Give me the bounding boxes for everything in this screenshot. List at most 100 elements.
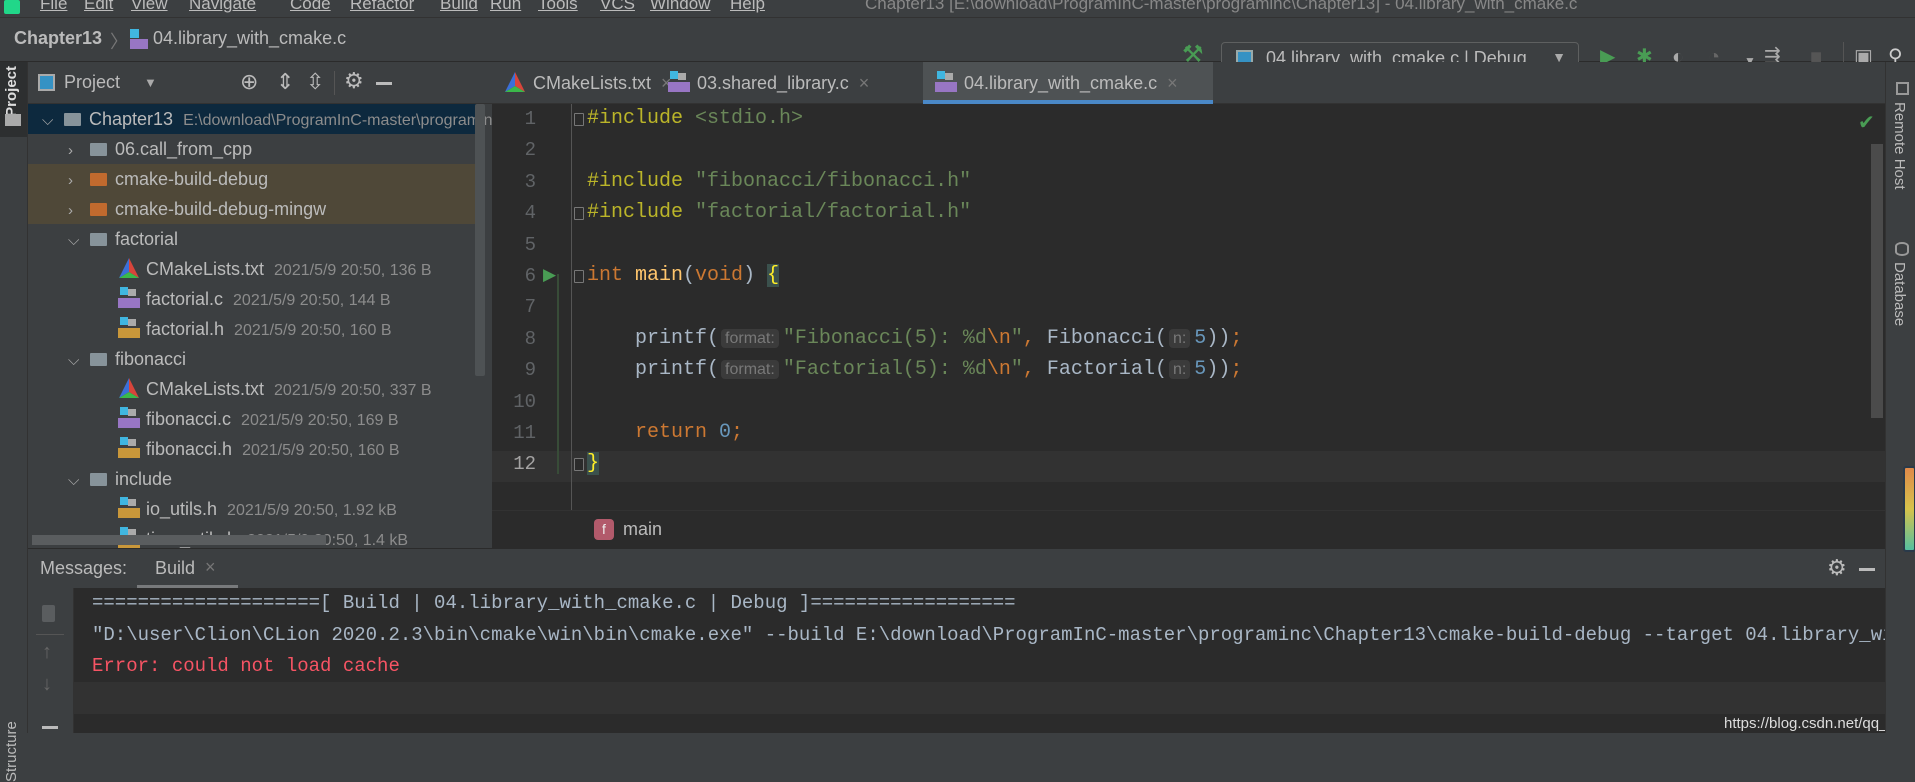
breadcrumb-function-main[interactable]: f main [594, 519, 662, 540]
gear-icon[interactable]: ⚙ [1827, 555, 1847, 581]
tree-item[interactable]: › cmake-build-debug [28, 164, 480, 194]
hide-panel-icon[interactable] [1859, 568, 1875, 571]
tree-vertical-scrollbar[interactable] [475, 104, 485, 376]
menu-code[interactable]: Code [290, 0, 331, 14]
code-token: { [767, 264, 780, 287]
menu-tools[interactable]: Tools [538, 0, 578, 14]
tree-item[interactable]: › 06.call_from_cpp [28, 134, 480, 164]
close-icon[interactable]: × [1167, 73, 1178, 93]
structure-tool-button[interactable]: Structure [3, 692, 20, 782]
chevron-down-icon[interactable]: ⌵ [68, 346, 90, 376]
editor-breadcrumb-bar: f main [492, 510, 1885, 548]
chevron-down-icon[interactable]: ⌵ [42, 106, 64, 136]
messages-side-toolbar: ↑ ↓ [28, 588, 74, 733]
editor-scrollbar[interactable] [1871, 144, 1883, 418]
project-view-selector[interactable]: Project [64, 72, 120, 93]
remote-host-icon [1896, 82, 1909, 95]
fold-marker-icon[interactable] [574, 458, 584, 472]
cmake-icon [118, 257, 140, 279]
fold-marker-icon[interactable] [574, 270, 584, 283]
arrow-up-icon[interactable]: ↑ [42, 641, 52, 664]
tree-item-meta: 2021/5/9 20:50, 337 B [274, 382, 432, 399]
expand-all-icon[interactable]: ⇕ [276, 69, 294, 95]
change-marker [557, 274, 559, 474]
tree-item-label: factorial [115, 229, 179, 249]
tree-horizontal-scrollbar[interactable] [32, 535, 326, 545]
menu-build[interactable]: Build [440, 0, 478, 14]
menu-file[interactable]: File [40, 0, 67, 14]
tab-cmakelists-txt[interactable]: CMakeLists.txt × [492, 62, 672, 104]
tree-item[interactable]: fibonacci.c 2021/5/9 20:50, 169 B [28, 404, 480, 434]
collapse-icon[interactable] [42, 726, 58, 729]
collapse-all-icon[interactable]: ⇳ [306, 69, 324, 95]
project-tool-label: Project [3, 66, 20, 117]
build-output-console[interactable]: ====================[ Build | 04.library… [74, 588, 1885, 733]
tree-item[interactable]: ⌵ Chapter13 E:\download\ProgramInC-master\… [28, 104, 492, 136]
tab-04-library-with-cmake-c[interactable]: 04.library_with_cmake.c × [923, 62, 1213, 104]
tree-item[interactable]: factorial.c 2021/5/9 20:50, 144 B [28, 284, 480, 314]
tab-label: CMakeLists.txt [533, 73, 652, 93]
arrow-down-icon[interactable]: ↓ [42, 673, 52, 696]
chevron-right-icon[interactable]: › [68, 196, 90, 226]
code-token: printf( [587, 326, 720, 350]
folder-icon [90, 143, 107, 156]
chevron-right-icon[interactable]: › [68, 166, 90, 196]
code-token: return [587, 421, 720, 444]
tree-item[interactable]: fibonacci.h 2021/5/9 20:50, 160 B [28, 434, 480, 464]
tree-item-meta: 2021/5/9 20:50, 169 B [241, 412, 399, 429]
build-tab-label: Build [155, 558, 196, 578]
tree-item[interactable]: factorial.h 2021/5/9 20:50, 160 B [28, 314, 480, 344]
tree-item[interactable]: CMakeLists.txt 2021/5/9 20:50, 337 B [28, 374, 480, 404]
menu-edit[interactable]: Edit [84, 0, 113, 14]
gear-icon[interactable]: ⚙ [344, 68, 364, 94]
code-line: } [587, 452, 600, 476]
close-icon[interactable]: × [859, 73, 870, 93]
code-editor[interactable]: 1 #include <stdio.h> 2 3 #include "fibonacci… [492, 104, 1885, 510]
menu-refactor[interactable]: Refactor [350, 0, 414, 14]
tree-item[interactable]: ⌵ fibonacci [28, 344, 480, 374]
right-tool-stripe: Remote Host Database [1885, 62, 1915, 733]
breadcrumb-file[interactable]: 04.library_with_cmake.c [153, 28, 346, 49]
tree-item[interactable]: ⌵ factorial [28, 224, 480, 254]
chevron-down-icon[interactable]: ⌵ [68, 226, 90, 256]
hide-panel-icon[interactable] [376, 82, 392, 85]
remote-host-tool-button[interactable]: Remote Host [1891, 102, 1908, 190]
menu-vcs[interactable]: VCS [600, 0, 635, 14]
run-gutter-icon[interactable]: ▶ [543, 265, 556, 285]
code-token: \n [986, 358, 1011, 382]
fold-marker-icon[interactable] [574, 113, 584, 126]
memory-indicator[interactable] [1903, 466, 1915, 552]
tab-03-shared-library-c[interactable]: 03.shared_library.c × [656, 62, 923, 104]
code-token: ; [1230, 326, 1243, 350]
tree-item-meta: 2021/5/9 20:50, 160 B [242, 442, 400, 459]
tree-item[interactable]: io_utils.h 2021/5/9 20:50, 1.92 kB [28, 494, 480, 524]
menu-help[interactable]: Help [730, 0, 765, 14]
chevron-down-icon[interactable]: ▼ [144, 75, 157, 90]
chevron-down-icon[interactable]: ⌵ [68, 466, 90, 496]
locate-file-icon[interactable]: ⊕ [240, 69, 258, 95]
menu-window[interactable]: Window [650, 0, 710, 14]
folder-excluded-icon [90, 203, 107, 216]
h-file-icon [118, 497, 140, 519]
code-token: 5 [1194, 358, 1207, 382]
stop-build-icon[interactable] [42, 605, 55, 622]
close-icon[interactable]: × [205, 557, 216, 578]
tab-build[interactable]: Build × [137, 549, 238, 588]
tree-item-label: CMakeLists.txt [146, 379, 265, 399]
tree-item-meta: 2021/5/9 20:50, 136 B [274, 262, 432, 279]
menu-navigate[interactable]: Navigate [189, 0, 256, 14]
menu-run[interactable]: Run [490, 0, 521, 14]
tree-item[interactable]: ⌵ include [28, 464, 480, 494]
breadcrumb-project[interactable]: Chapter13 [14, 28, 102, 49]
code-token: "factorial/factorial.h" [695, 201, 972, 225]
chevron-right-icon[interactable]: › [68, 136, 90, 166]
menu-view[interactable]: View [131, 0, 168, 14]
database-tool-button[interactable]: Database [1891, 262, 1908, 326]
code-token: } [587, 452, 600, 476]
code-token: \n [986, 326, 1011, 350]
code-line: printf(format: "Factorial(5): %d\n", Fact… [587, 358, 1242, 381]
tree-item[interactable]: › cmake-build-debug-mingw [28, 194, 480, 224]
code-token: 5 [1194, 326, 1207, 350]
tree-item[interactable]: CMakeLists.txt 2021/5/9 20:50, 136 B [28, 254, 480, 284]
fold-marker-icon[interactable] [574, 207, 584, 221]
